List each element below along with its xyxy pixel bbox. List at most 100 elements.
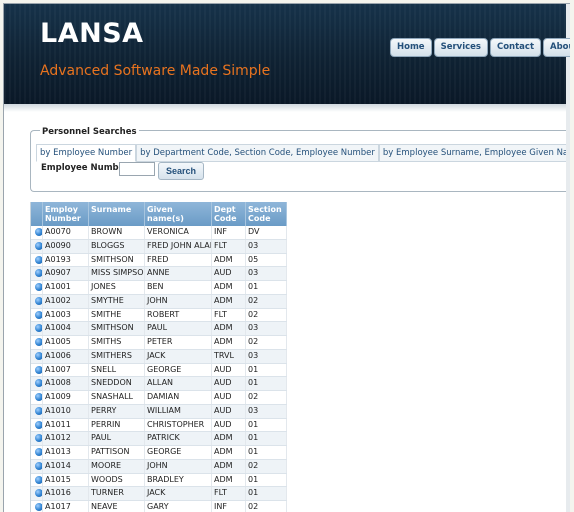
employee-number-cell: A1003 <box>43 308 89 322</box>
row-select-cell[interactable] <box>31 322 43 335</box>
table-row[interactable]: A1017 NEAVE GARY INF 02 <box>31 501 287 512</box>
given-names-cell: PETER <box>145 336 212 349</box>
section-code-cell: 01 <box>246 418 287 432</box>
table-row[interactable]: A1001 JONES BEN ADM 01 <box>31 281 287 295</box>
row-select-icon[interactable] <box>35 351 42 360</box>
table-row[interactable]: A1010 PERRY WILLIAM AUD 03 <box>31 404 287 419</box>
table-row[interactable]: A1005 SMITHS PETER ADM 02 <box>31 336 287 350</box>
table-row[interactable]: A1013 PATTISON GEORGE ADM 01 <box>31 446 287 460</box>
row-select-icon[interactable] <box>35 420 42 429</box>
site-logo[interactable]: LANSA <box>40 18 144 49</box>
nav-home-link[interactable]: Home <box>390 38 432 57</box>
row-select-icon[interactable] <box>35 489 42 498</box>
tab-by-employee-number[interactable]: by Employee Number <box>36 144 137 162</box>
section-code-cell: 03 <box>246 267 287 280</box>
row-select-cell[interactable] <box>31 349 43 363</box>
row-select-cell[interactable] <box>31 363 43 377</box>
dept-code-cell: AUD <box>212 267 246 280</box>
table-row[interactable]: A1004 SMITHSON PAUL ADM 03 <box>31 322 287 336</box>
table-row[interactable]: A1002 SMYTHE JOHN ADM 02 <box>31 294 287 309</box>
row-select-cell[interactable] <box>31 377 43 390</box>
row-select-icon[interactable] <box>35 365 42 374</box>
dept-code-cell: ADM <box>212 336 246 349</box>
table-row[interactable]: A1006 SMITHERS JACK TRVL 03 <box>31 349 287 364</box>
row-select-cell[interactable] <box>31 418 43 432</box>
row-select-cell[interactable] <box>31 281 43 294</box>
row-select-icon[interactable] <box>35 338 42 346</box>
surname-cell: WOODS <box>89 473 145 487</box>
column-header-section-code[interactable]: Section Code <box>246 202 287 226</box>
table-row[interactable]: A1007 SNELL GEORGE AUD 01 <box>31 363 287 378</box>
row-select-icon[interactable] <box>35 406 42 415</box>
column-header-employee-number[interactable]: Employ Number <box>43 202 89 226</box>
row-select-cell[interactable] <box>31 253 43 267</box>
given-names-cell: JACK <box>145 349 212 363</box>
surname-cell: PAUL <box>89 432 145 445</box>
row-select-cell[interactable] <box>31 308 43 322</box>
table-row[interactable]: A1011 PERRIN CHRISTOPHER AUD 01 <box>31 418 287 433</box>
dept-code-cell: FLT <box>212 239 246 253</box>
column-header-dept-code[interactable]: Dept Code <box>212 202 246 226</box>
given-names-cell: JACK <box>145 487 212 500</box>
row-select-icon[interactable] <box>35 296 42 305</box>
row-select-cell[interactable] <box>31 391 43 404</box>
row-select-icon[interactable] <box>35 393 42 401</box>
table-row[interactable]: A1016 TURNER JACK FLT 01 <box>31 487 287 501</box>
table-row[interactable]: A0070 BROWN VERONICA INF DV <box>31 226 287 240</box>
table-row[interactable]: A0193 SMITHSON FRED ADM 05 <box>31 253 287 268</box>
column-header-given-names[interactable]: Given name(s) <box>145 202 212 226</box>
row-select-cell[interactable] <box>31 267 43 280</box>
column-header-surname[interactable]: Surname <box>89 202 145 226</box>
table-row[interactable]: A0090 BLOGGS FRED JOHN ALAN FLT 03 <box>31 239 287 254</box>
row-select-cell[interactable] <box>31 487 43 500</box>
row-select-cell[interactable] <box>31 459 43 473</box>
surname-cell: SNEDDON <box>89 377 145 390</box>
table-row[interactable]: A0907 MISS SIMPSON ANNE AUD 03 <box>31 267 287 281</box>
nav-services-link[interactable]: Services <box>433 38 488 57</box>
employee-number-cell: A1013 <box>43 446 89 459</box>
row-select-icon[interactable] <box>35 503 42 511</box>
search-button[interactable]: Search <box>158 162 204 180</box>
table-row[interactable]: A1009 SNASHALL DAMIAN AUD 02 <box>31 391 287 405</box>
nav-contact-link[interactable]: Contact <box>489 38 542 57</box>
table-row[interactable]: A1014 MOORE JOHN ADM 02 <box>31 459 287 474</box>
table-row[interactable]: A1003 SMITHE ROBERT FLT 02 <box>31 308 287 323</box>
row-select-icon[interactable] <box>35 283 42 291</box>
row-select-cell[interactable] <box>31 239 43 253</box>
row-select-icon[interactable] <box>35 241 42 250</box>
row-select-icon[interactable] <box>35 310 42 319</box>
row-select-icon[interactable] <box>35 448 42 456</box>
search-panel-legend: Personnel Searches <box>40 127 139 137</box>
table-row[interactable]: A1008 SNEDDON ALLAN AUD 01 <box>31 377 287 391</box>
tab-by-department-section[interactable]: by Department Code, Section Code, Employ… <box>136 144 379 162</box>
row-select-icon[interactable] <box>35 434 42 443</box>
row-select-icon[interactable] <box>35 379 42 388</box>
row-select-cell[interactable] <box>31 226 43 239</box>
row-select-icon[interactable] <box>35 461 42 470</box>
employee-number-input[interactable] <box>119 162 155 176</box>
employee-number-cell: A1006 <box>43 349 89 363</box>
row-select-cell[interactable] <box>31 501 43 512</box>
employee-number-cell: A1009 <box>43 391 89 404</box>
row-select-icon[interactable] <box>35 228 42 236</box>
site-tagline: Advanced Software Made Simple <box>40 63 271 79</box>
site-header: LANSA Advanced Software Made Simple Home… <box>4 4 570 104</box>
employee-number-cell: A1016 <box>43 487 89 500</box>
row-select-cell[interactable] <box>31 336 43 349</box>
tab-by-surname-given-name[interactable]: by Employee Surname, Employee Given Name… <box>378 144 570 162</box>
row-select-icon[interactable] <box>35 269 42 278</box>
given-names-cell: JOHN <box>145 294 212 308</box>
surname-cell: PATTISON <box>89 446 145 459</box>
surname-cell: MISS SIMPSON <box>89 267 145 280</box>
row-select-cell[interactable] <box>31 446 43 459</box>
row-select-icon[interactable] <box>35 324 42 333</box>
row-select-cell[interactable] <box>31 404 43 418</box>
table-row[interactable]: A1012 PAUL PATRICK ADM 01 <box>31 432 287 446</box>
row-select-cell[interactable] <box>31 432 43 445</box>
nav-about-link[interactable]: About <box>543 38 570 57</box>
row-select-icon[interactable] <box>35 255 42 264</box>
table-row[interactable]: A1015 WOODS BRADLEY ADM 01 <box>31 473 287 488</box>
row-select-icon[interactable] <box>35 475 42 484</box>
row-select-cell[interactable] <box>31 473 43 487</box>
row-select-cell[interactable] <box>31 294 43 308</box>
